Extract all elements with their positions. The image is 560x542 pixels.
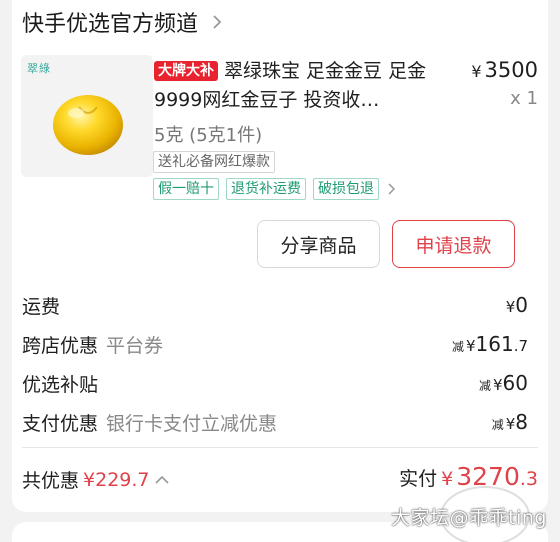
service-tags[interactable]: 假一赔十 退货补运费 破损包退 bbox=[153, 178, 396, 200]
divider bbox=[22, 447, 538, 448]
product-thumbnail[interactable]: 翠綠 bbox=[21, 55, 153, 177]
amount: 8 bbox=[515, 410, 528, 434]
payment-discount-row[interactable]: 支付优惠 银行卡支付立减优惠 减 ¥8 bbox=[22, 407, 528, 437]
cross-store-label: 跨店优惠 bbox=[22, 334, 99, 357]
apply-refund-button[interactable]: 申请退款 bbox=[392, 220, 515, 268]
subsidy-label: 优选补贴 bbox=[22, 373, 99, 396]
gold-bean-image bbox=[53, 95, 123, 155]
service-tag: 退货补运费 bbox=[226, 178, 306, 200]
amount: 0 bbox=[515, 293, 528, 317]
total-discount-toggle[interactable]: 共优惠 ¥229.7 bbox=[22, 466, 170, 493]
service-tag: 假一赔十 bbox=[153, 178, 219, 200]
currency-symbol: ¥ bbox=[505, 415, 516, 433]
service-tag: 破损包退 bbox=[313, 178, 379, 200]
shop-header[interactable]: 快手优选官方频道 bbox=[22, 6, 224, 38]
amount-decimal: .7 bbox=[513, 337, 528, 355]
paid-currency: ¥ bbox=[441, 468, 454, 490]
price-currency: ¥ bbox=[471, 62, 482, 81]
product-title-block[interactable]: 大牌大补 翠绿珠宝 足金金豆 足金9999网红金豆子 投资收… bbox=[154, 57, 446, 115]
payment-value: 减 ¥8 bbox=[492, 410, 528, 434]
minus-prefix: 减 bbox=[491, 418, 504, 432]
product-title: 大牌大补 翠绿珠宝 足金金豆 足金9999网红金豆子 投资收… bbox=[154, 57, 446, 115]
total-discount-label: 共优惠 bbox=[22, 470, 80, 492]
share-product-button[interactable]: 分享商品 bbox=[257, 220, 380, 268]
shop-name: 快手优选官方频道 bbox=[22, 12, 199, 37]
product-tag: 送礼必备网红爆款 bbox=[153, 151, 275, 173]
subsidy-value: 减 ¥60 bbox=[479, 371, 528, 395]
minus-prefix: 减 bbox=[478, 379, 491, 393]
price-value: 3500 bbox=[484, 58, 538, 82]
subsidy-row: 优选补贴 减 ¥60 bbox=[22, 368, 528, 398]
cross-store-sub: 平台券 bbox=[106, 334, 164, 357]
amount: 60 bbox=[502, 371, 528, 395]
promo-badge: 大牌大补 bbox=[154, 61, 218, 81]
currency-symbol: ¥ bbox=[505, 298, 516, 316]
currency-symbol: ¥ bbox=[493, 376, 503, 394]
total-discount-value: ¥229.7 bbox=[83, 468, 150, 491]
product-quantity: x 1 bbox=[510, 88, 538, 109]
paid-label: 实付 bbox=[399, 468, 438, 490]
payment-label: 支付优惠 bbox=[22, 412, 99, 435]
paid-total: 实付 ¥ 3270 .3 bbox=[399, 462, 538, 491]
currency-symbol: ¥ bbox=[465, 337, 476, 355]
product-spec: 5克 (5克1件) bbox=[154, 125, 263, 146]
cross-store-discount-row[interactable]: 跨店优惠 平台券 减 ¥161.7 bbox=[22, 329, 528, 359]
chevron-right-icon bbox=[213, 15, 222, 29]
chevron-right-icon bbox=[388, 183, 396, 195]
payment-sub: 银行卡支付立减优惠 bbox=[106, 412, 278, 435]
product-price: ¥3500 bbox=[471, 58, 538, 82]
chevron-up-icon bbox=[154, 475, 169, 484]
shipping-label: 运费 bbox=[22, 295, 61, 318]
amount: 161 bbox=[475, 332, 514, 356]
watermark: 大家坛@乖乖ting bbox=[391, 507, 547, 529]
paid-decimal: .3 bbox=[519, 468, 538, 490]
shipping-value: ¥0 bbox=[506, 293, 528, 317]
shipping-row: 运费 ¥0 bbox=[22, 290, 528, 320]
minus-prefix: 减 bbox=[451, 340, 464, 354]
cross-store-value: 减 ¥161.7 bbox=[452, 332, 528, 356]
